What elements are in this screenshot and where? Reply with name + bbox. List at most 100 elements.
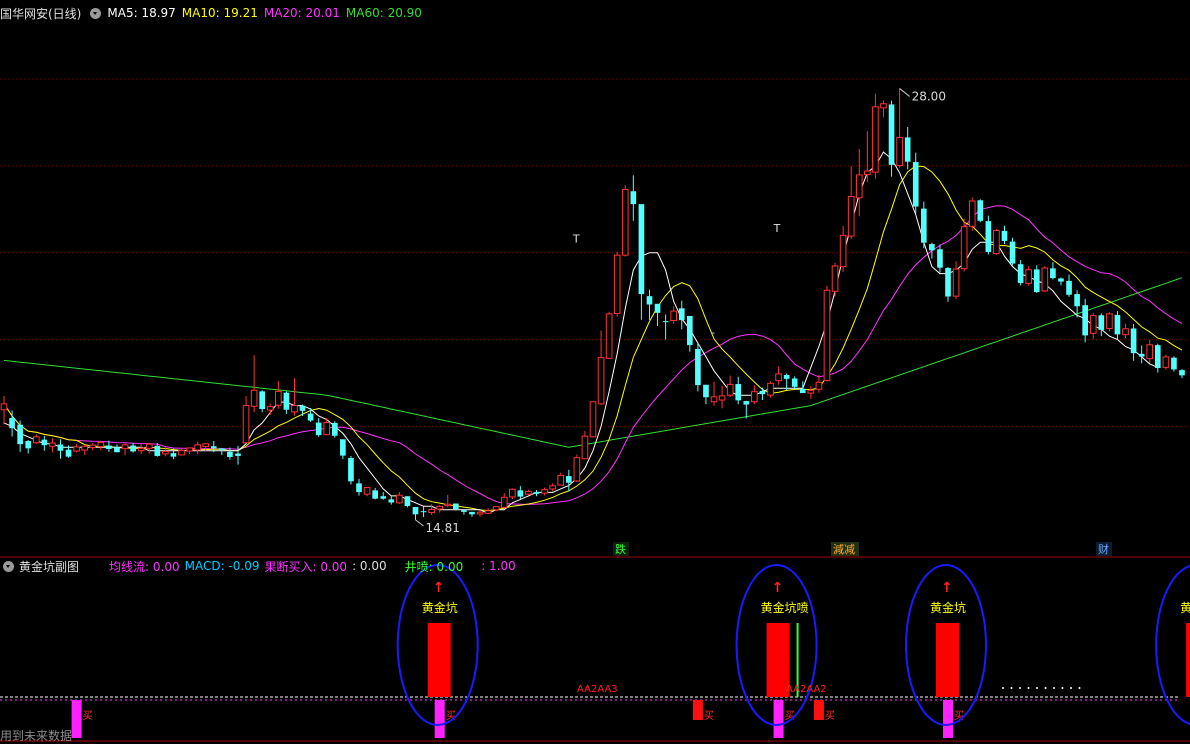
candle-body	[81, 445, 89, 451]
dash-marker: -	[711, 326, 715, 339]
candle-body	[767, 382, 774, 396]
candle-body	[968, 200, 976, 227]
candle-body	[1106, 313, 1113, 329]
buy-bar	[773, 700, 784, 738]
buy-bar	[943, 700, 954, 738]
high-pointer	[899, 88, 910, 97]
candle-body	[952, 268, 960, 297]
signal-dot	[1070, 687, 1072, 689]
signal-dot	[1078, 687, 1081, 689]
candle-body	[759, 390, 766, 395]
candle-body	[145, 443, 153, 449]
candle-body	[32, 436, 40, 444]
candle-body	[1098, 315, 1105, 330]
candle-body	[565, 476, 572, 483]
candle-body	[65, 449, 72, 457]
sub-l4: : 0.00	[352, 559, 387, 573]
signal-dot	[1044, 687, 1047, 689]
candle-body	[1154, 345, 1161, 369]
candle-body	[412, 507, 419, 515]
up-arrow-icon: ↑	[433, 580, 445, 596]
candle-body	[1050, 268, 1056, 279]
signal-dot	[1002, 687, 1004, 689]
candle-body	[654, 303, 661, 313]
candle-body	[638, 204, 645, 295]
candle-body	[57, 444, 64, 451]
stock-name[interactable]: 国华网安(日线)	[0, 5, 81, 22]
candle-body	[791, 378, 798, 387]
candle-body	[613, 254, 621, 315]
sub-l6: : 1.00	[481, 559, 516, 573]
candle-body	[340, 439, 346, 456]
candle-body	[453, 503, 459, 510]
candle-body	[1146, 344, 1154, 360]
buy-char: 买	[83, 710, 93, 722]
candle-body	[275, 390, 282, 406]
candle-body	[17, 424, 23, 445]
signal-dot	[1027, 687, 1030, 689]
chart-header: 国华网安(日线) MA5: 18.97 MA10: 19.21 MA20: 20…	[0, 4, 428, 22]
candle-body	[121, 444, 129, 450]
candle-body	[299, 405, 306, 411]
candle-body	[977, 200, 984, 221]
candle-body	[227, 451, 233, 457]
golden-pit-bar	[1186, 623, 1190, 697]
candle-body	[137, 447, 145, 452]
main-chart[interactable]: 28.0014.81TT-跌減减财买买买买买买买↑黄金坑↑黄金坑喷↑黄金坑↑黄金…	[0, 0, 1190, 744]
candle-body	[929, 244, 935, 251]
signal-tag-3: 财	[1098, 542, 1109, 556]
candle-body	[549, 485, 556, 490]
t-marker: T	[773, 222, 781, 235]
candle-body	[1179, 370, 1185, 376]
candle-body	[864, 170, 871, 176]
ma20-line	[3, 205, 1183, 505]
candle-body	[178, 449, 185, 456]
candle-body	[428, 508, 435, 514]
candle-body	[581, 435, 589, 460]
candle-body	[686, 315, 693, 346]
candle-body	[718, 395, 726, 401]
candle-body	[266, 406, 274, 411]
buy-char: 买	[704, 710, 714, 722]
candle-body	[363, 487, 371, 495]
aa-label-2: AA2AA2	[786, 684, 827, 695]
golden-pit-label: 黄金坑	[1180, 600, 1190, 615]
ma20-label: MA20: 20.01	[263, 6, 340, 20]
candle-body	[775, 373, 782, 382]
candle-body	[985, 221, 992, 253]
candle-body	[710, 396, 718, 403]
candle-body	[73, 446, 80, 452]
dropdown-icon[interactable]	[90, 7, 102, 19]
candle-body	[331, 422, 338, 436]
candle-body	[242, 405, 250, 444]
candle-body	[9, 418, 15, 429]
sub-dropdown-icon[interactable]	[3, 560, 14, 572]
candle-body	[97, 441, 105, 448]
sub-chart-header: 黄金坑副图 均线流: 0.00 MACD: -0.09 果断买入: 0.00 :…	[0, 558, 521, 574]
candle-body	[348, 458, 354, 482]
buy-bar	[434, 700, 445, 738]
low-price-label: 14.81	[425, 521, 459, 535]
candle-body	[114, 447, 120, 453]
candle-body	[492, 506, 500, 511]
candle-body	[444, 503, 452, 507]
golden-pit-label: 黄金坑喷	[761, 600, 809, 615]
candle-body	[235, 453, 241, 456]
candle-body	[1025, 269, 1033, 284]
t-marker: T	[572, 232, 580, 245]
candle-body	[420, 511, 427, 513]
candle-body	[597, 357, 605, 405]
candle-body	[49, 442, 56, 447]
annotation-ellipse	[1155, 564, 1190, 726]
sub-l3: 果断买入: 0.00	[264, 559, 348, 574]
candle-body	[476, 511, 484, 515]
candle-body	[589, 401, 597, 438]
aa-label-1: AA2AA3	[577, 684, 618, 695]
up-arrow-icon: ↑	[772, 580, 784, 596]
candle-body	[41, 439, 48, 446]
candle-body	[372, 490, 378, 499]
golden-pit-bar	[427, 623, 451, 697]
sub-title[interactable]: 黄金坑副图	[19, 558, 79, 575]
candle-body	[1089, 315, 1097, 334]
candle-body	[993, 230, 1000, 254]
